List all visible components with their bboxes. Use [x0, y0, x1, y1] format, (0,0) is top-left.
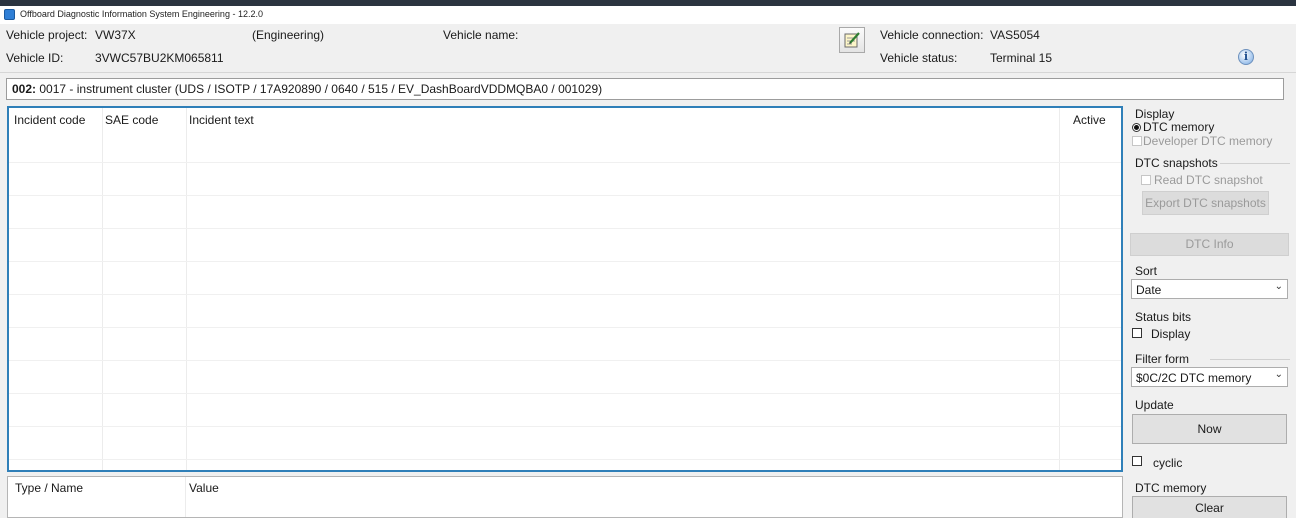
- status-bits-display-checkbox[interactable]: [1132, 328, 1142, 338]
- group-rule: [1220, 163, 1290, 164]
- column-header-incident-text[interactable]: Incident text: [189, 113, 254, 127]
- row-divider: [9, 393, 1121, 394]
- row-divider: [9, 195, 1121, 196]
- chevron-down-icon: ⌄: [1274, 281, 1283, 292]
- filter-form-select-value: $0C/2C DTC memory: [1136, 371, 1252, 385]
- read-dtc-snapshot-label: Read DTC snapshot: [1154, 173, 1263, 187]
- update-now-button[interactable]: Now: [1132, 414, 1287, 444]
- edit-vehicle-name-button[interactable]: [839, 27, 865, 53]
- filter-form-label: Filter form: [1135, 352, 1189, 366]
- ecu-description: 0017 - instrument cluster (UDS / ISOTP /…: [39, 82, 603, 96]
- sort-select[interactable]: Date ⌄: [1131, 279, 1288, 299]
- column-header-active[interactable]: Active: [1073, 113, 1106, 127]
- group-rule: [1210, 359, 1290, 360]
- title-bar: Offboard Diagnostic Information System E…: [0, 6, 1296, 24]
- ecu-address: 002:: [12, 82, 37, 96]
- info-icon[interactable]: i: [1238, 49, 1254, 65]
- row-divider: [9, 162, 1121, 163]
- vehicle-project-label: Vehicle project:: [6, 28, 88, 42]
- column-header-sae-code[interactable]: SAE code: [105, 113, 158, 127]
- vehicle-connection-label: Vehicle connection:: [880, 28, 984, 42]
- display-group-label: Display: [1135, 107, 1175, 121]
- read-dtc-snapshot-checkbox[interactable]: [1141, 175, 1151, 185]
- update-label: Update: [1135, 398, 1174, 412]
- vehicle-status-label: Vehicle status:: [880, 51, 958, 65]
- column-header-incident-code[interactable]: Incident code: [14, 113, 85, 127]
- status-bits-label: Status bits: [1135, 310, 1192, 324]
- cyclic-checkbox[interactable]: [1132, 456, 1142, 466]
- sort-label: Sort: [1135, 264, 1158, 278]
- ecu-identification-bar: 002: 0017 - instrument cluster (UDS / IS…: [6, 78, 1284, 100]
- export-dtc-snapshots-button[interactable]: Export DTC snapshots: [1142, 191, 1269, 215]
- vehicle-id-value: 3VWC57BU2KM065811: [95, 51, 224, 65]
- dtc-memory-radio[interactable]: [1132, 123, 1141, 132]
- row-divider: [9, 360, 1121, 361]
- vehicle-name-label: Vehicle name:: [443, 28, 519, 42]
- status-bits-display-label[interactable]: Display: [1151, 327, 1190, 341]
- vehicle-project-value: VW37X: [95, 28, 136, 42]
- developer-dtc-memory-label: Developer DTC memory: [1143, 134, 1273, 148]
- vehicle-project-mode: (Engineering): [252, 28, 325, 42]
- developer-dtc-memory-checkbox[interactable]: [1132, 136, 1142, 146]
- edit-notepad-icon: [844, 32, 860, 48]
- vehicle-id-label: Vehicle ID:: [6, 51, 64, 65]
- dtc-detail-table[interactable]: Type / Name Value: [7, 476, 1123, 518]
- header-separator: [0, 72, 1296, 73]
- row-divider: [9, 327, 1121, 328]
- row-divider: [9, 426, 1121, 427]
- dtc-memory-group-label: DTC memory: [1135, 481, 1207, 495]
- cyclic-label[interactable]: cyclic: [1153, 456, 1182, 470]
- sort-select-value: Date: [1136, 283, 1162, 297]
- clear-dtc-memory-button[interactable]: Clear: [1132, 496, 1287, 518]
- filter-form-select[interactable]: $0C/2C DTC memory ⌄: [1131, 367, 1288, 387]
- dtc-memory-label[interactable]: DTC memory: [1143, 120, 1214, 134]
- window-title: Offboard Diagnostic Information System E…: [20, 9, 263, 19]
- app-icon: [4, 9, 15, 20]
- row-divider: [9, 261, 1121, 262]
- dtc-info-button[interactable]: DTC Info: [1130, 233, 1289, 256]
- column-header-type-name[interactable]: Type / Name: [15, 481, 83, 495]
- chevron-down-icon: ⌄: [1274, 369, 1283, 380]
- column-divider: [185, 477, 186, 517]
- vehicle-connection-value: VAS5054: [990, 28, 1040, 42]
- row-divider: [9, 294, 1121, 295]
- row-divider: [9, 459, 1121, 460]
- column-header-value[interactable]: Value: [189, 481, 219, 495]
- vehicle-status-value: Terminal 15: [990, 51, 1053, 65]
- row-divider: [9, 228, 1121, 229]
- side-panel: Display DTC memory Developer DTC memory …: [1128, 104, 1296, 518]
- dtc-table[interactable]: Incident code SAE code Incident text Act…: [7, 106, 1123, 472]
- dtc-snapshots-group-label: DTC snapshots: [1135, 156, 1218, 170]
